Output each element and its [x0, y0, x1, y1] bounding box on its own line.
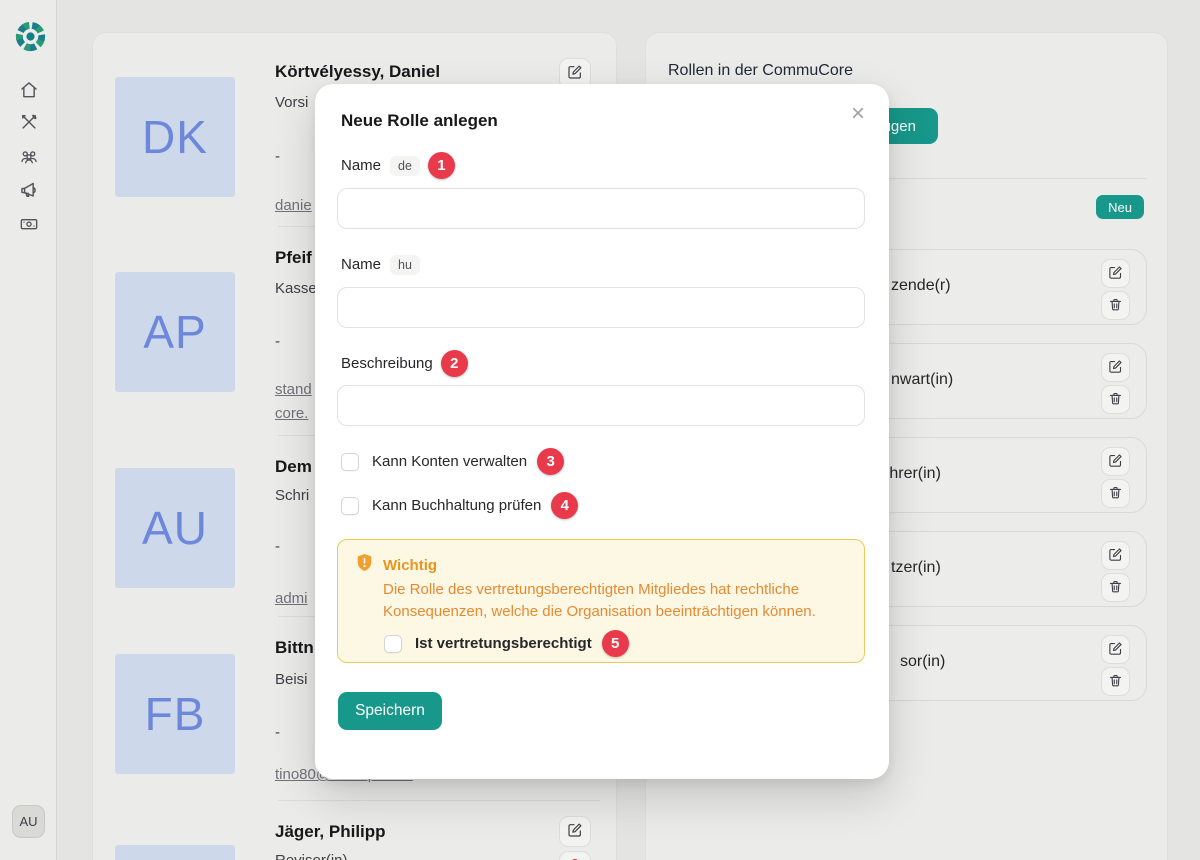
member-divider	[278, 800, 600, 801]
checkbox-label: Kann Konten verwalten	[372, 453, 527, 470]
edit-member-button[interactable]	[559, 816, 591, 847]
member-phone-placeholder: -	[275, 148, 280, 165]
new-badge: Neu	[1096, 195, 1144, 219]
commucore-logo-icon	[13, 19, 48, 54]
trash-icon	[1108, 485, 1123, 503]
audit-accounting-row: Kann Buchhaltung prüfen 4	[341, 492, 578, 519]
member-role: Vorsi	[275, 94, 308, 111]
member-phone-placeholder: -	[275, 724, 280, 741]
edit-icon	[1108, 265, 1123, 283]
edit-role-button[interactable]	[1101, 635, 1130, 664]
tools-icon[interactable]	[19, 112, 39, 132]
edit-icon	[1108, 547, 1123, 565]
authorized-representative-checkbox[interactable]	[384, 635, 402, 653]
close-icon[interactable]: ×	[851, 102, 865, 126]
member-email-link[interactable]: admi	[275, 590, 308, 607]
create-role-modal: Neue Rolle anlegen × Name de 1 Name hu B…	[315, 84, 889, 779]
field-label: Name	[341, 256, 381, 273]
member-role: Beisi	[275, 671, 308, 688]
role-name: nwart(in)	[891, 371, 953, 389]
roles-panel-title: Rollen in der CommuCore	[668, 62, 853, 80]
step-badge-5: 5	[602, 630, 629, 657]
avatar: AU	[115, 468, 235, 588]
member-role: Kasse	[275, 280, 317, 297]
name-hu-input[interactable]	[337, 287, 865, 328]
name-hu-label-row: Name hu	[341, 251, 420, 278]
member-email-link[interactable]: danie	[275, 197, 312, 214]
checkbox-label: Kann Buchhaltung prüfen	[372, 497, 541, 514]
edit-role-button[interactable]	[1101, 353, 1130, 382]
modal-title: Neue Rolle anlegen	[341, 111, 498, 131]
members-icon[interactable]	[19, 146, 39, 166]
member-phone-placeholder: -	[275, 333, 280, 350]
member-name: Jäger, Philipp	[275, 822, 386, 842]
trash-icon	[1108, 391, 1123, 409]
delete-role-button[interactable]	[1101, 573, 1130, 602]
edit-role-button[interactable]	[1101, 259, 1130, 288]
role-name: sor(in)	[900, 653, 945, 671]
description-label-row: Beschreibung 2	[341, 350, 468, 377]
delete-role-button[interactable]	[1101, 667, 1130, 696]
member-name: Pfeif	[275, 248, 312, 268]
manage-accounts-row: Kann Konten verwalten 3	[341, 448, 564, 475]
language-badge-hu: hu	[390, 255, 420, 275]
description-input[interactable]	[337, 385, 865, 426]
home-icon[interactable]	[19, 80, 39, 100]
name-de-input[interactable]	[337, 188, 865, 229]
warning-box: Wichtig Die Rolle des vertretungsberecht…	[337, 539, 865, 663]
edit-icon	[1108, 359, 1123, 377]
step-badge-3: 3	[537, 448, 564, 475]
current-user-avatar[interactable]: AU	[12, 805, 45, 838]
member-name: Dem	[275, 457, 312, 477]
edit-icon	[567, 64, 583, 83]
edit-icon	[1108, 453, 1123, 471]
avatar: DK	[115, 77, 235, 197]
save-button[interactable]: Speichern	[338, 692, 442, 730]
step-badge-1: 1	[428, 152, 455, 179]
member-name: Körtvélyessy, Daniel	[275, 62, 440, 82]
field-label: Beschreibung	[341, 355, 433, 372]
delete-role-button[interactable]	[1101, 479, 1130, 508]
edit-icon	[567, 822, 583, 841]
member-email-link[interactable]: core.	[275, 405, 308, 422]
step-badge-4: 4	[551, 492, 578, 519]
delete-role-button[interactable]	[1101, 385, 1130, 414]
name-de-label-row: Name de 1	[341, 152, 455, 179]
avatar	[115, 845, 235, 860]
field-label: Name	[341, 157, 381, 174]
member-email-link[interactable]: stand	[275, 381, 312, 398]
warning-body: Die Rolle des vertretungsberechtigten Mi…	[383, 579, 873, 622]
delete-member-button[interactable]	[559, 851, 591, 860]
manage-accounts-checkbox[interactable]	[341, 453, 359, 471]
authorized-representative-row: Ist vertretungsberechtigt 5	[384, 630, 629, 657]
shield-warning-icon	[356, 553, 373, 577]
delete-role-button[interactable]	[1101, 291, 1130, 320]
member-phone-placeholder: -	[275, 538, 280, 555]
role-name: zende(r)	[891, 277, 951, 295]
checkbox-label: Ist vertretungsberechtigt	[415, 635, 592, 652]
audit-accounting-checkbox[interactable]	[341, 497, 359, 515]
warning-title: Wichtig	[383, 557, 437, 574]
avatar: AP	[115, 272, 235, 392]
trash-icon	[1108, 673, 1123, 691]
warning-header: Wichtig	[356, 553, 437, 577]
member-role: Revisor(in)	[275, 852, 348, 860]
member-role: Schri	[275, 487, 309, 504]
step-badge-2: 2	[441, 350, 468, 377]
megaphone-icon[interactable]	[19, 180, 39, 200]
role-name: tzer(in)	[891, 559, 941, 577]
edit-icon	[1108, 641, 1123, 659]
sidebar: AU	[0, 0, 57, 860]
avatar: FB	[115, 654, 235, 774]
language-badge-de: de	[390, 156, 420, 176]
trash-icon	[1108, 297, 1123, 315]
trash-icon	[1108, 579, 1123, 597]
member-name: Bittn	[275, 638, 314, 658]
edit-role-button[interactable]	[1101, 447, 1130, 476]
edit-role-button[interactable]	[1101, 541, 1130, 570]
banknote-icon[interactable]	[19, 214, 39, 234]
